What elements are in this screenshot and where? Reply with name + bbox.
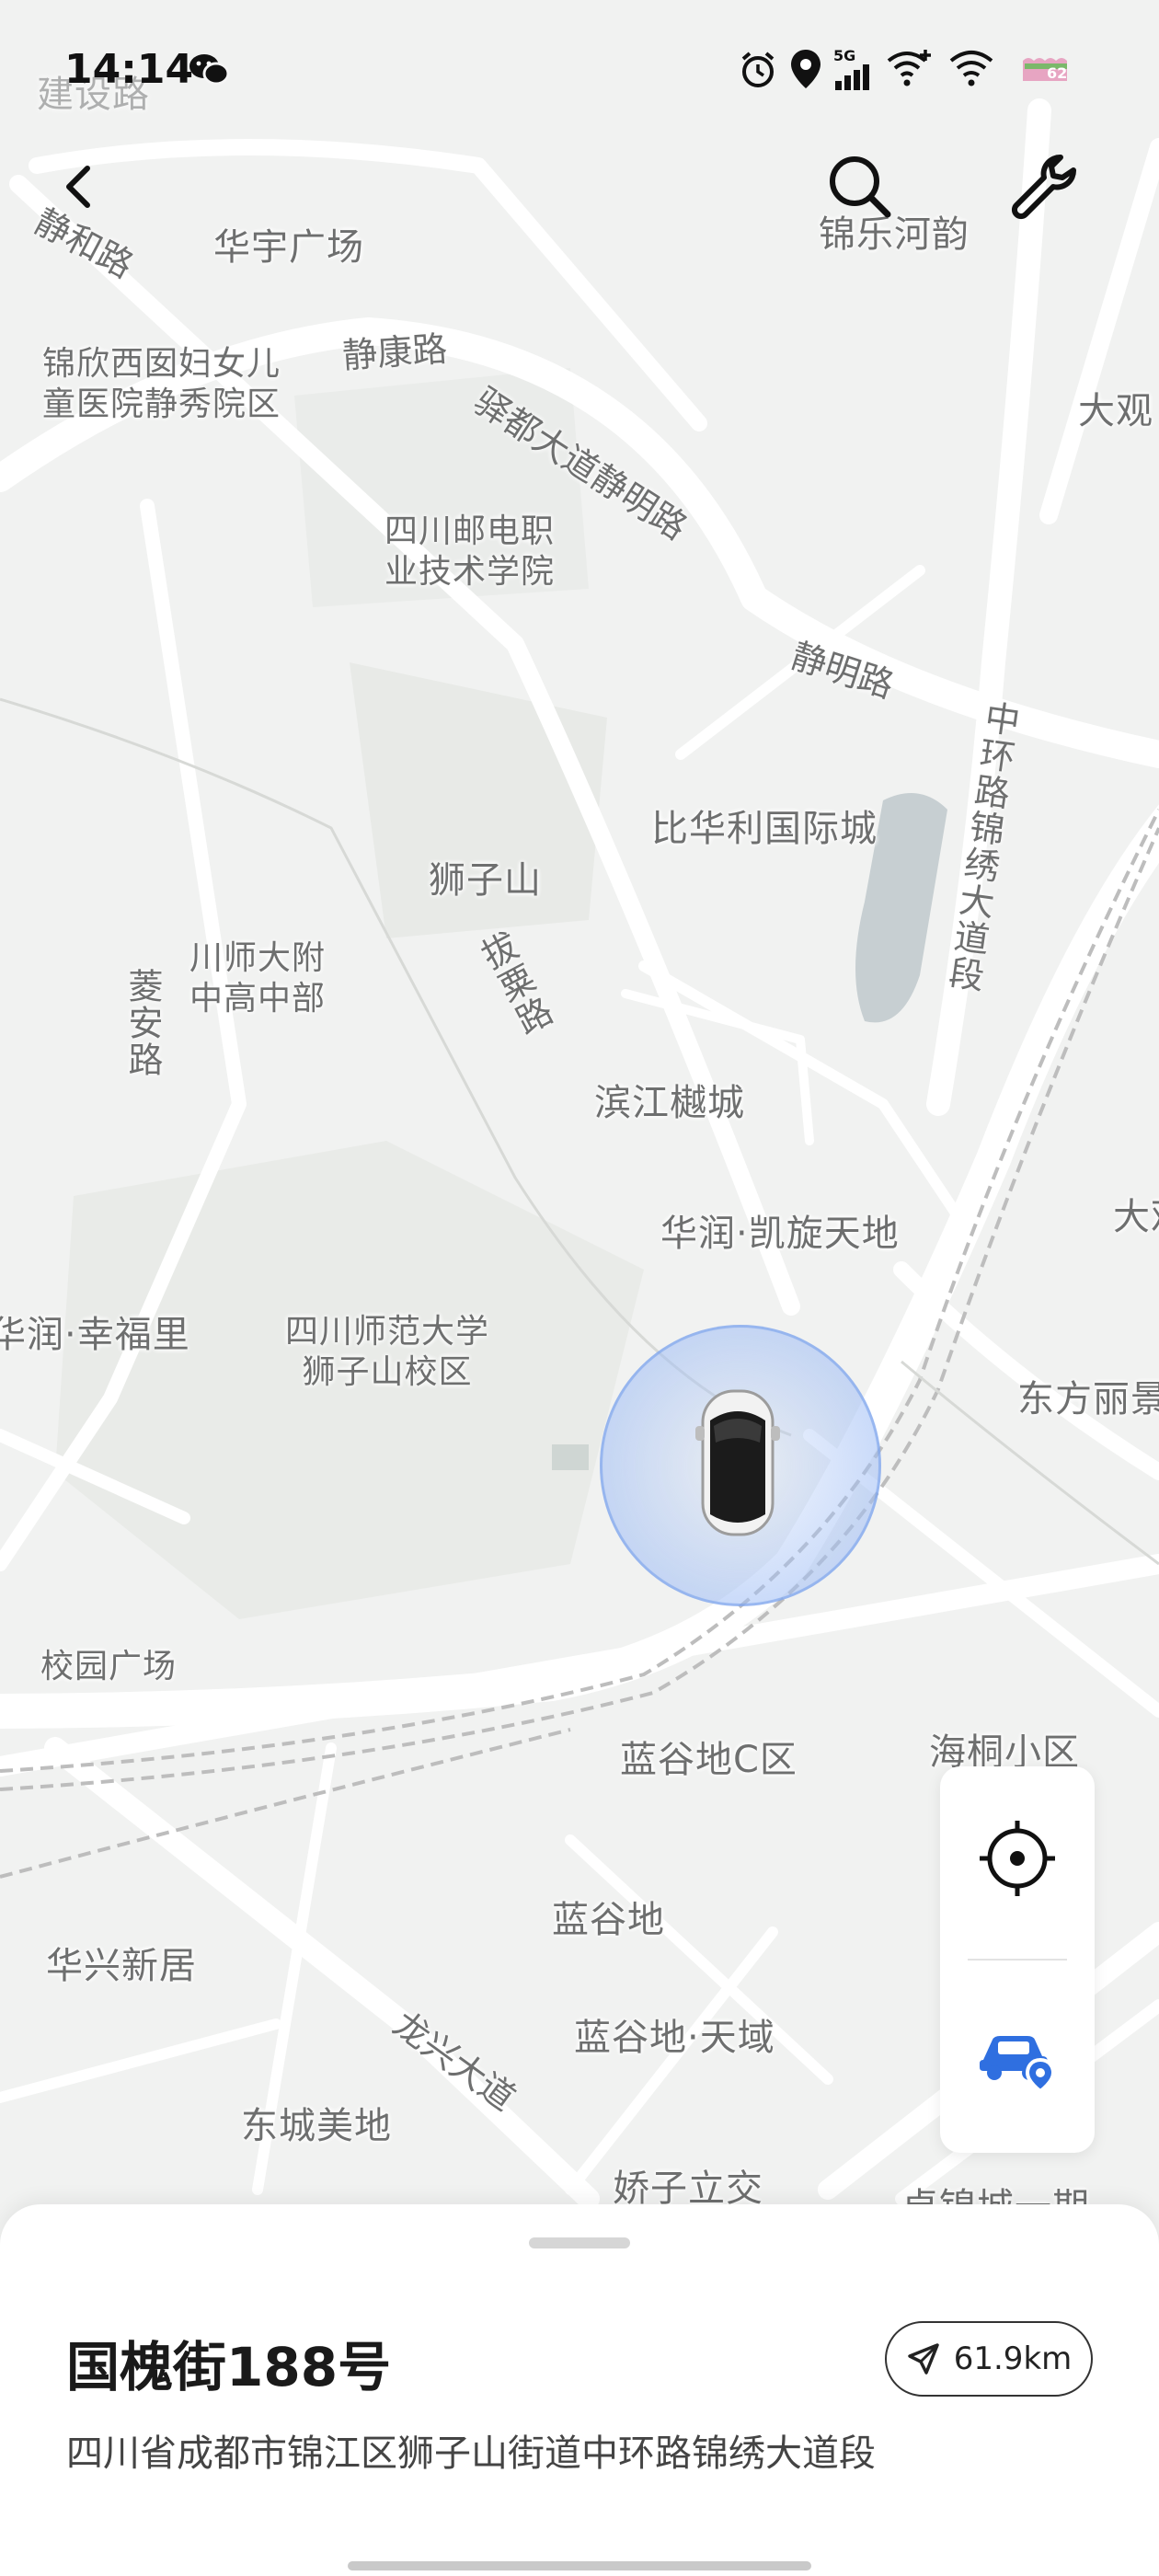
map-label-binjiang: 滨江樾城 — [594, 1082, 745, 1124]
status-time: 14:14 — [64, 46, 194, 93]
map-label-huarun-xingfu: 华润·幸福里 — [0, 1314, 190, 1356]
svg-text:5G: 5G — [833, 47, 855, 64]
road-label-lingan: 菱安路 — [122, 968, 163, 1078]
search-icon — [830, 156, 891, 218]
car-icon[interactable] — [692, 1386, 784, 1540]
search-button[interactable] — [809, 136, 911, 237]
map-label-sichuan-post: 四川邮电职 业技术学院 — [384, 512, 556, 591]
wrench-icon — [1011, 155, 1076, 220]
place-name: 国槐街188号 — [66, 2336, 392, 2398]
map-label-sicnu: 四川师范大学 狮子山校区 — [285, 1313, 490, 1391]
crosshair-icon — [980, 1821, 1055, 1896]
map-label-daguan-2: 大观 — [1113, 1196, 1159, 1238]
back-button[interactable] — [28, 136, 129, 237]
map-label-huarun-kaixuan: 华润·凯旋天地 — [660, 1213, 900, 1255]
map-label-langu-tianyu: 蓝谷地·天域 — [574, 2017, 775, 2059]
map-label-bihuali: 比华利国际城 — [651, 808, 878, 850]
map-label-xiaoyuan: 校园广场 — [40, 1648, 178, 1685]
map-label-daguan: 大观 — [1078, 390, 1153, 432]
back-arrow-icon — [66, 166, 90, 208]
wifi-plus-icon — [887, 50, 931, 86]
wechat-icon — [189, 54, 230, 86]
map-label-chuanshi: 川师大附 中高中部 — [189, 939, 327, 1018]
home-indicator[interactable] — [348, 2561, 811, 2570]
map-label-huayu: 华宇广场 — [213, 226, 364, 269]
controls-divider — [968, 1959, 1067, 1961]
5g-signal-icon: 5G — [833, 47, 869, 90]
alarm-icon — [741, 52, 775, 87]
svg-text:62: 62 — [1047, 64, 1067, 82]
map-label-dongfang: 东方丽景 — [1017, 1378, 1159, 1420]
location-sheet[interactable]: 国槐街188号 61.9km 四川省成都市锦江区狮子山街道中环路锦绣大道段 — [0, 2204, 1159, 2576]
status-bar: 14:14 5G 62 — [0, 0, 1159, 138]
locate-car-button[interactable] — [940, 1969, 1095, 2153]
distance-navigate-button[interactable]: 61.9km — [885, 2321, 1093, 2397]
map-label-langu: 蓝谷地 — [552, 1899, 665, 1941]
sheet-drag-handle[interactable] — [529, 2237, 630, 2248]
map-label-hospital: 锦欣西囡妇女儿 童医院静秀院区 — [42, 345, 281, 423]
place-address: 四川省成都市锦江区狮子山街道中环路锦绣大道段 — [66, 2432, 876, 2475]
location-pin-icon — [791, 50, 820, 88]
tools-button[interactable] — [993, 136, 1095, 237]
battery-icon: 62 — [1023, 58, 1067, 82]
car-location-icon — [980, 2036, 1056, 2093]
map-label-dongcheng: 东城美地 — [241, 2105, 392, 2147]
distance-value: 61.9km — [953, 2340, 1073, 2377]
locate-me-button[interactable] — [940, 1766, 1095, 1950]
road-label-jingkang: 静康路 — [340, 328, 449, 376]
map-label-huaxing: 华兴新居 — [46, 1945, 197, 1987]
map-controls — [940, 1766, 1095, 2153]
map-label-shizishan: 狮子山 — [429, 859, 542, 902]
wifi-icon — [949, 51, 993, 86]
navigate-arrow-icon — [907, 2343, 939, 2375]
map-label-langu-c: 蓝谷地C区 — [620, 1739, 798, 1781]
